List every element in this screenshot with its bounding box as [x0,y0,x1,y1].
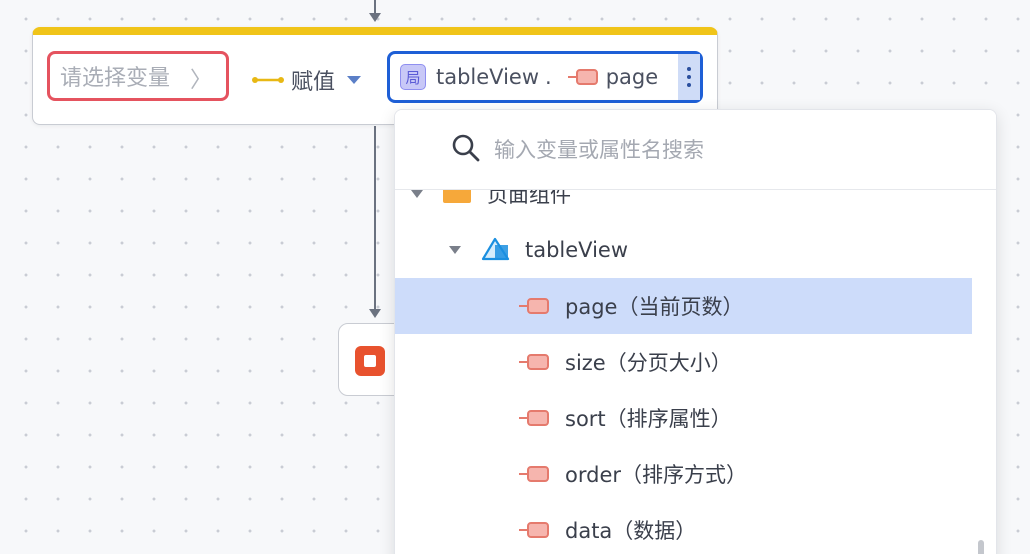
table-view-icon [481,237,511,263]
member-separator: . [545,65,552,89]
assign-operator-label: 赋值 [291,70,336,95]
property-name: page [605,65,659,89]
property-icon [519,354,549,370]
tree-property-page[interactable]: page（当前页数） [395,278,972,334]
search-icon [450,132,482,168]
tree-item-label: tableView [525,238,629,262]
component-name: tableView [436,65,540,89]
property-label: page（当前页数） [565,295,744,319]
caret-down-icon [347,76,362,84]
two-way-arrow-icon [251,68,285,92]
stop-icon [355,346,385,376]
more-vertical-icon[interactable] [678,54,700,100]
property-icon [519,522,549,538]
incoming-connector [374,0,376,14]
expand-caret-icon[interactable] [411,190,423,198]
incoming-arrow-icon [369,13,381,22]
chevron-right-icon: 〉 [189,68,212,93]
expand-caret-icon[interactable] [449,246,461,254]
property-label: sort（排序属性） [565,407,732,431]
variable-select-placeholder: 请选择变量 [60,66,171,91]
outgoing-arrow-icon [369,309,381,318]
tree-property-order[interactable]: order（排序方式） [395,446,972,502]
assign-operator-select[interactable]: 赋值 [251,65,362,95]
variable-picker-dropdown: 页面组件 tableView page（当前页数） size（分页大小） sor… [394,109,997,554]
property-label: data（数据） [565,519,697,543]
variable-select[interactable]: 请选择变量 〉 [47,51,229,101]
local-scope-badge: 局 [400,64,426,90]
tree-property-data[interactable]: data（数据） [395,502,972,554]
property-label: size（分页大小） [565,351,732,375]
outgoing-connector [374,126,376,310]
property-icon [567,69,598,85]
tree-item-tableview[interactable]: tableView [395,222,972,278]
property-icon [519,410,549,426]
tree-property-sort[interactable]: sort（排序属性） [395,390,972,446]
property-icon [519,298,549,314]
search-bar [395,110,996,190]
property-label: order（排序方式） [565,463,747,487]
property-icon [519,466,549,482]
value-expression[interactable]: 局 tableView . page [387,51,703,103]
dropdown-scrollbar[interactable] [978,540,984,554]
search-input[interactable] [494,137,974,162]
tree-property-size[interactable]: size（分页大小） [395,334,972,390]
